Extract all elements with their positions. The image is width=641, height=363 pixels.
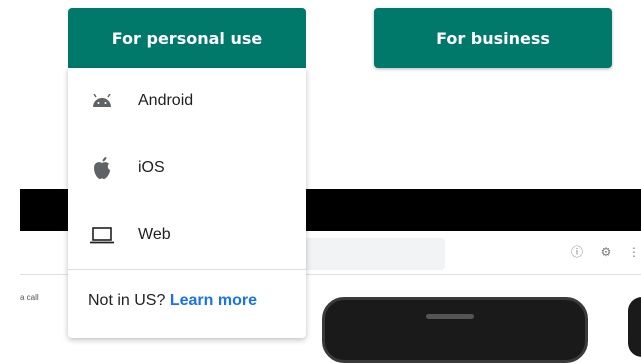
for-personal-use-button[interactable]: For personal use (68, 8, 306, 68)
learn-more-link[interactable]: Learn more (170, 292, 257, 309)
not-in-us-text: Not in US? (88, 292, 166, 309)
phone-notch (426, 314, 474, 319)
menu-item-web[interactable]: Web (68, 207, 306, 263)
apps-grid-icon: ⋮ (628, 245, 640, 259)
for-business-button[interactable]: For business (374, 8, 612, 68)
personal-use-dropdown-menu: Android iOS Web Not in US? Learn more (68, 68, 306, 338)
menu-item-label: Web (138, 226, 171, 243)
android-icon (88, 89, 116, 113)
phone-mockup-secondary (628, 297, 641, 357)
menu-item-label: iOS (138, 159, 165, 176)
help-icon: ⓘ (571, 245, 584, 259)
menu-item-android[interactable]: Android (68, 73, 306, 129)
app-preview-partial-text: a call (20, 293, 39, 302)
phone-mockup (322, 297, 588, 363)
settings-icon: ⚙ (600, 245, 612, 259)
menu-divider (68, 269, 306, 270)
apple-icon (88, 156, 116, 180)
laptop-icon (88, 223, 116, 247)
menu-item-ios[interactable]: iOS (68, 140, 306, 196)
menu-item-label: Android (138, 92, 194, 109)
menu-footer: Not in US? Learn more (88, 292, 257, 310)
